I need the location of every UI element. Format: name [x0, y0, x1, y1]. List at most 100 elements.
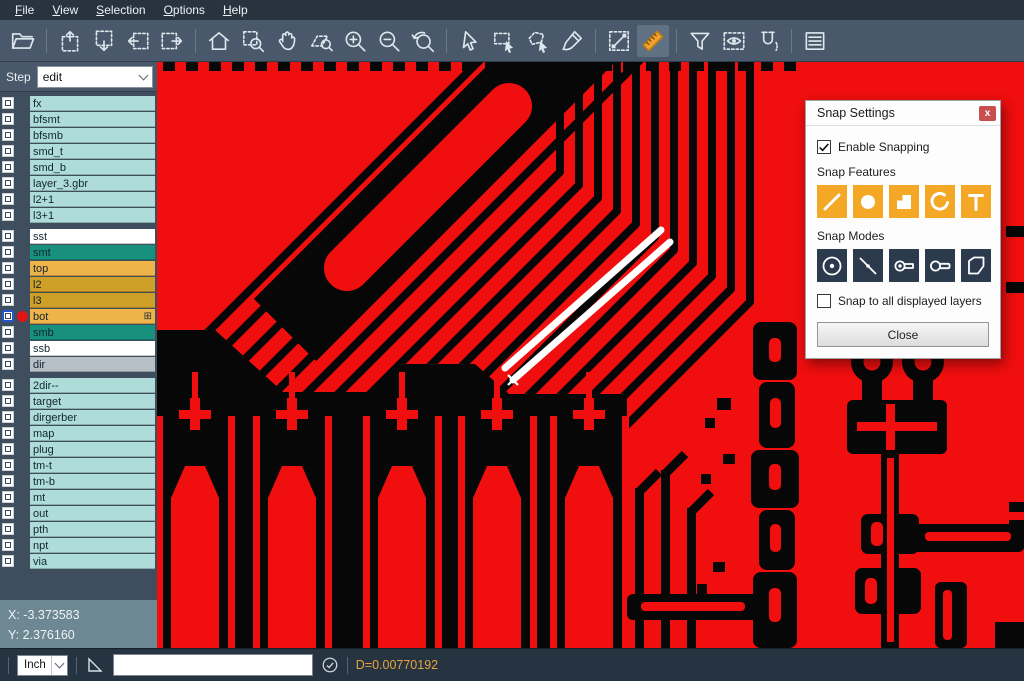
layer-visibility-checkbox[interactable] — [2, 395, 14, 407]
layer-visibility-checkbox[interactable] — [2, 358, 14, 370]
layer-row-out[interactable]: out — [0, 505, 157, 521]
step-select[interactable]: edit — [37, 66, 153, 88]
confirm-circle-check-icon[interactable] — [321, 656, 339, 674]
layer-visibility-checkbox[interactable] — [2, 97, 14, 109]
layer-visibility-checkbox[interactable] — [2, 177, 14, 189]
layer-name[interactable]: pth — [30, 522, 155, 537]
layer-row-map[interactable]: map — [0, 425, 157, 441]
menu-view[interactable]: View — [43, 1, 87, 19]
layer-row-npt[interactable]: npt — [0, 537, 157, 553]
layer-name[interactable]: l2 — [30, 277, 155, 292]
layer-row-smd_b[interactable]: smd_b — [0, 159, 157, 175]
layer-row-bot[interactable]: bot⊞ — [0, 308, 157, 324]
open-folder-icon[interactable] — [7, 25, 39, 57]
layer-row-mt[interactable]: mt — [0, 489, 157, 505]
grid-icon[interactable]: ⊞ — [144, 312, 152, 322]
zoom-out-icon[interactable] — [373, 25, 405, 57]
layer-name[interactable]: dirgerber — [30, 410, 155, 425]
layer-row-smb[interactable]: smb — [0, 324, 157, 340]
layer-visibility-checkbox[interactable] — [2, 491, 14, 503]
layer-row-dir[interactable]: dir — [0, 356, 157, 372]
layer-visibility-checkbox[interactable] — [2, 443, 14, 455]
snap-mode-center-icon[interactable] — [817, 249, 847, 282]
layer-row-layer_3.gbr[interactable]: layer_3.gbr — [0, 175, 157, 191]
layer-row-bfsmt[interactable]: bfsmt — [0, 111, 157, 127]
layer-name[interactable]: npt — [30, 538, 155, 553]
pan-up-icon[interactable] — [54, 25, 86, 57]
pan-left-icon[interactable] — [122, 25, 154, 57]
select-rect-icon[interactable] — [488, 25, 520, 57]
layer-visibility-checkbox[interactable] — [2, 555, 14, 567]
layer-visibility-checkbox[interactable] — [2, 475, 14, 487]
dialog-title-bar[interactable]: Snap Settings x — [806, 101, 1000, 126]
layer-row-via[interactable]: via — [0, 553, 157, 569]
layer-visibility-checkbox[interactable] — [2, 310, 14, 322]
zoom-previous-icon[interactable] — [407, 25, 439, 57]
home-icon[interactable] — [203, 25, 235, 57]
snap-feature-pad-corner-icon[interactable] — [889, 185, 919, 218]
layer-name[interactable]: ssb — [30, 341, 155, 356]
layer-row-2dir--[interactable]: 2dir-- — [0, 377, 157, 393]
pan-hand-icon[interactable] — [271, 25, 303, 57]
layer-row-top[interactable]: top — [0, 260, 157, 276]
layer-name[interactable]: out — [30, 506, 155, 521]
zoom-window-icon[interactable] — [237, 25, 269, 57]
brush-icon[interactable] — [556, 25, 588, 57]
layer-row-smt[interactable]: smt — [0, 244, 157, 260]
layer-name[interactable]: mt — [30, 490, 155, 505]
layer-name[interactable]: map — [30, 426, 155, 441]
layer-name[interactable]: plug — [30, 442, 155, 457]
layer-name[interactable]: bfsmt — [30, 112, 155, 127]
snap-mode-slot-key-icon[interactable] — [889, 249, 919, 282]
layer-visibility-checkbox[interactable] — [2, 427, 14, 439]
enable-snapping-checkbox[interactable] — [817, 140, 831, 154]
layer-name[interactable]: top — [30, 261, 155, 276]
menu-options[interactable]: Options — [155, 1, 214, 19]
magnet-icon[interactable] — [752, 25, 784, 57]
layer-name[interactable]: target — [30, 394, 155, 409]
layer-visibility-checkbox[interactable] — [2, 326, 14, 338]
layer-row-tm-b[interactable]: tm-b — [0, 473, 157, 489]
zoom-area-icon[interactable] — [305, 25, 337, 57]
layer-visibility-checkbox[interactable] — [2, 278, 14, 290]
layer-row-fx[interactable]: fx — [0, 95, 157, 111]
layer-row-l2[interactable]: l2 — [0, 276, 157, 292]
layer-name[interactable]: bfsmb — [30, 128, 155, 143]
layer-visibility-checkbox[interactable] — [2, 246, 14, 258]
layer-name[interactable]: fx — [30, 96, 155, 111]
snap-mode-polygon-icon[interactable] — [961, 249, 991, 282]
menu-selection[interactable]: Selection — [87, 1, 154, 19]
layer-name[interactable]: layer_3.gbr — [30, 176, 155, 191]
pan-right-icon[interactable] — [156, 25, 188, 57]
filter-icon[interactable] — [684, 25, 716, 57]
layer-visibility-checkbox[interactable] — [2, 507, 14, 519]
measure-line-icon[interactable] — [603, 25, 635, 57]
layer-visibility-checkbox[interactable] — [2, 523, 14, 535]
layer-visibility-checkbox[interactable] — [2, 161, 14, 173]
layer-name[interactable]: 2dir-- — [30, 378, 155, 393]
layers-panel-icon[interactable] — [799, 25, 831, 57]
layer-row-pth[interactable]: pth — [0, 521, 157, 537]
unit-select[interactable]: Inch — [17, 655, 68, 676]
layer-row-l2+1[interactable]: l2+1 — [0, 191, 157, 207]
layer-visibility-checkbox[interactable] — [2, 262, 14, 274]
layer-row-smd_t[interactable]: smd_t — [0, 143, 157, 159]
layer-visibility-checkbox[interactable] — [2, 193, 14, 205]
snap-feature-arc-icon[interactable] — [925, 185, 955, 218]
layer-visibility-checkbox[interactable] — [2, 230, 14, 242]
layer-row-sst[interactable]: sst — [0, 228, 157, 244]
layer-name[interactable]: l3+1 — [30, 208, 155, 223]
snap-feature-circle-icon[interactable] — [853, 185, 883, 218]
layer-name[interactable]: via — [30, 554, 155, 569]
layer-visibility-checkbox[interactable] — [2, 129, 14, 141]
layer-name[interactable]: tm-t — [30, 458, 155, 473]
layer-row-l3+1[interactable]: l3+1 — [0, 207, 157, 223]
layer-visibility-checkbox[interactable] — [2, 209, 14, 221]
layer-name[interactable]: smd_t — [30, 144, 155, 159]
layer-name[interactable]: l2+1 — [30, 192, 155, 207]
layer-name[interactable]: smt — [30, 245, 155, 260]
dialog-close-button[interactable]: Close — [817, 322, 989, 347]
angle-icon[interactable] — [85, 655, 105, 675]
zoom-in-icon[interactable] — [339, 25, 371, 57]
layer-name[interactable]: tm-b — [30, 474, 155, 489]
